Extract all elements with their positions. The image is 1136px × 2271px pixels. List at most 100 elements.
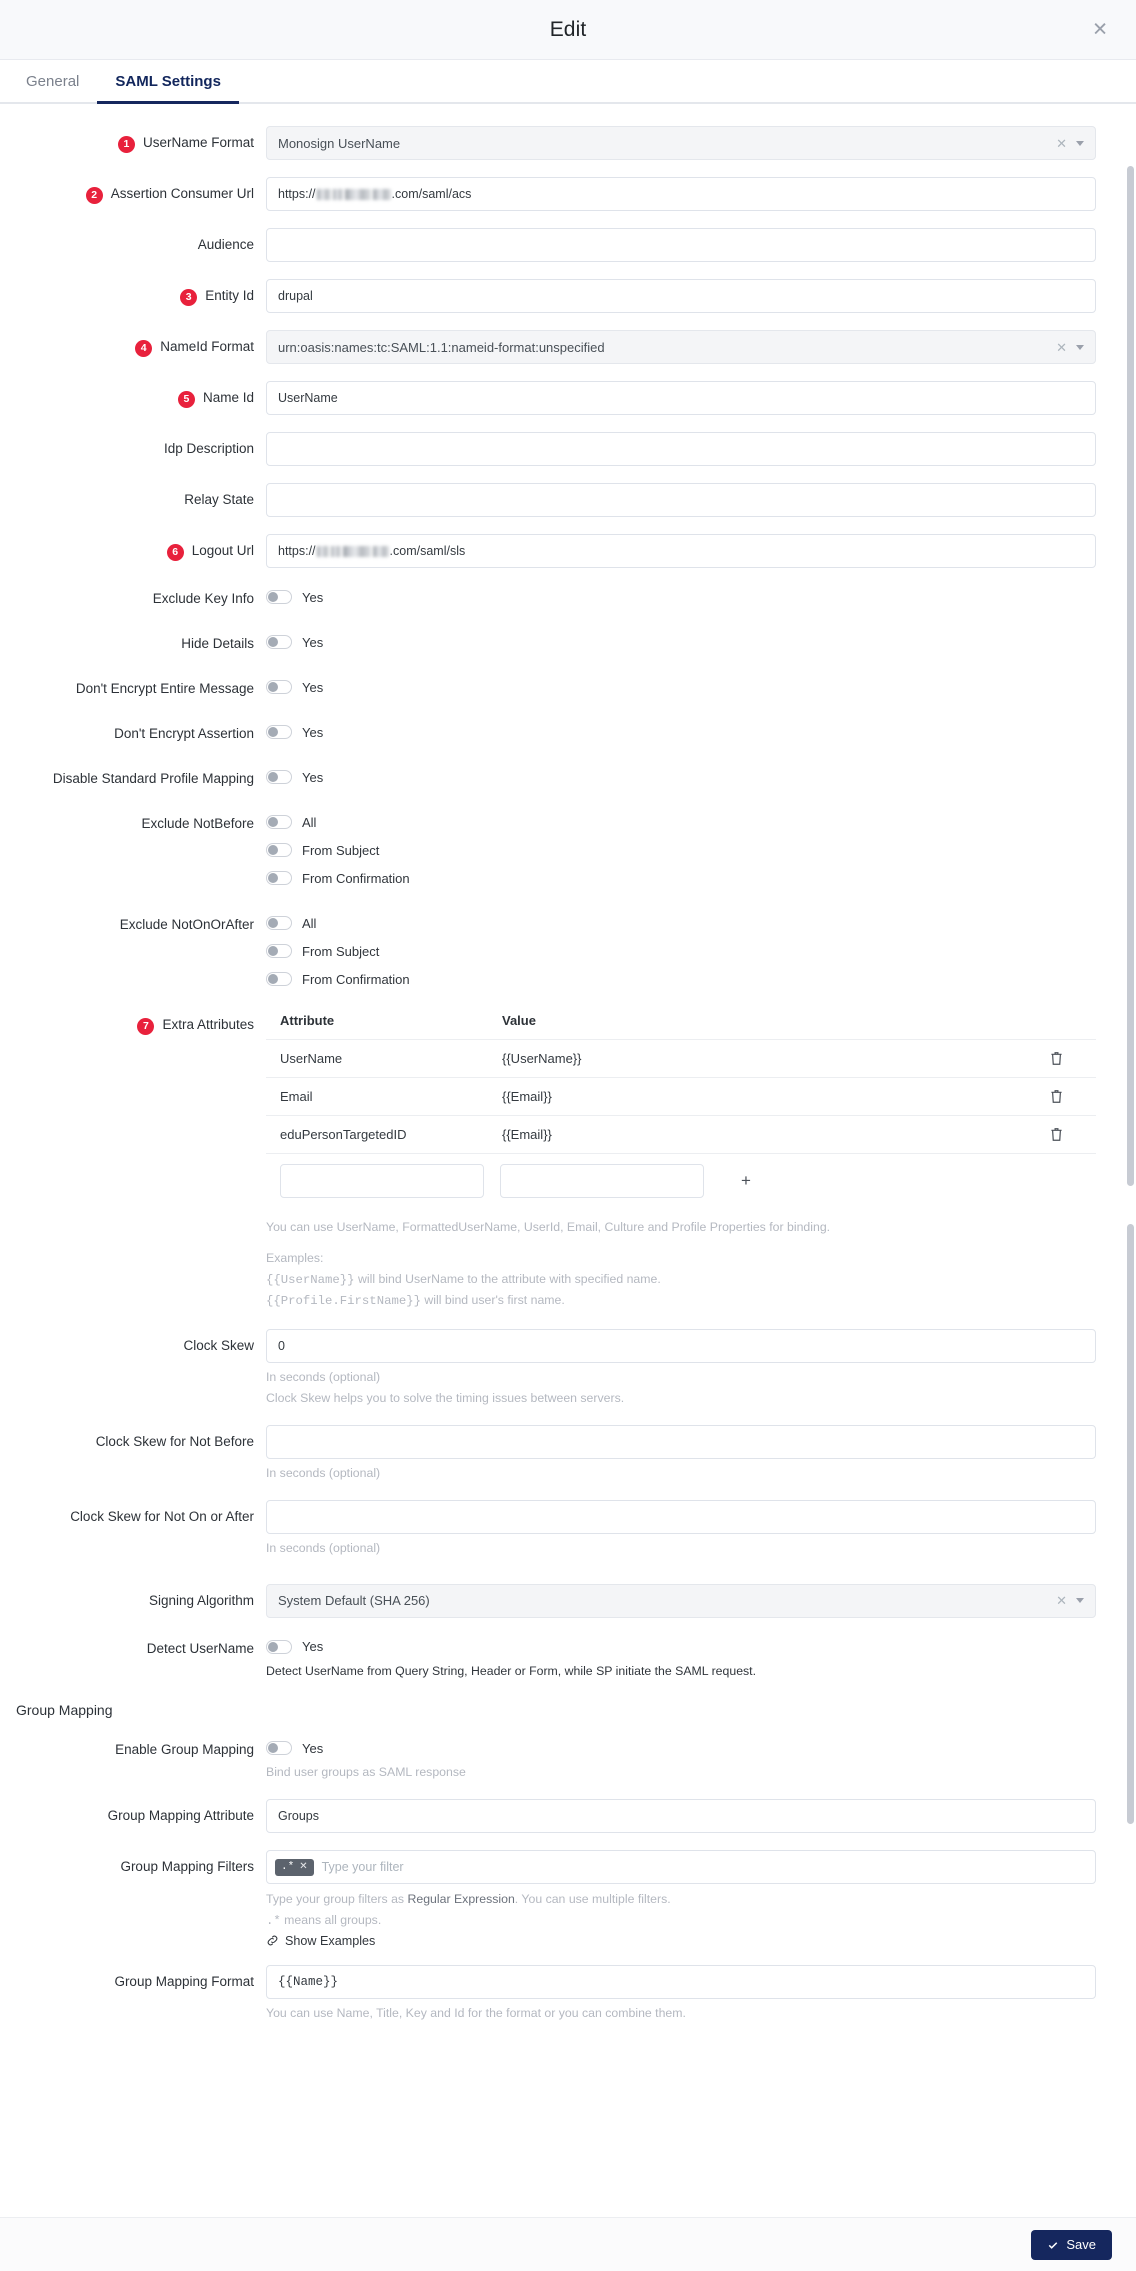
detect-username-toggle-label: Yes — [302, 1639, 324, 1655]
exclude-key-info-toggle[interactable] — [266, 590, 292, 604]
enable-group-mapping-toggle[interactable] — [266, 1741, 292, 1756]
exclude-notonorafter-from-subject-toggle[interactable] — [266, 944, 292, 958]
clock-skew-not-on-or-after-input[interactable] — [266, 1499, 1096, 1534]
toggle-knob — [268, 918, 278, 928]
group-mapping-filters-hint-line2: .* means all groups. — [266, 1912, 1096, 1931]
label-hide-details: Hide Details — [181, 636, 254, 651]
redacted-host-block — [372, 188, 391, 200]
disable-standard-profile-mapping-toggle[interactable] — [266, 770, 292, 784]
hint-line2-code: .* — [266, 1914, 281, 1929]
exclude-notonorafter-from-confirmation-label: From Confirmation — [302, 971, 410, 987]
hide-details-toggle[interactable] — [266, 635, 292, 649]
logout-url-prefix: https:// — [278, 544, 316, 558]
clear-icon[interactable]: ✕ — [1056, 1594, 1067, 1607]
entity-id-input[interactable]: drupal — [266, 279, 1096, 313]
clear-icon[interactable]: ✕ — [1056, 341, 1067, 354]
field-row-username-format: 1 UserName Format Monosign UserName ✕ — [8, 126, 1104, 160]
logout-url-input[interactable]: https:// .com/saml/sls — [266, 534, 1096, 568]
inner-scrollbar-thumb[interactable] — [1127, 1224, 1134, 1824]
field-row-clock-skew-not-on-or-after: Clock Skew for Not On or After In second… — [8, 1499, 1104, 1558]
dont-encrypt-assertion-toggle[interactable] — [266, 725, 292, 739]
group-mapping-format-input[interactable]: {{Name}} — [266, 1964, 1096, 1999]
show-examples-link[interactable]: Show Examples — [266, 1934, 1096, 1948]
nameid-format-select[interactable]: urn:oasis:names:tc:SAML:1.1:nameid-forma… — [266, 330, 1096, 364]
step-badge-4: 4 — [135, 340, 153, 357]
label-dont-encrypt-assertion: Don't Encrypt Assertion — [114, 726, 254, 741]
field-row-group-mapping-format: Group Mapping Format {{Name}} You can us… — [8, 1964, 1104, 2023]
step-badge-7: 7 — [137, 1018, 155, 1035]
step-badge-3: 3 — [180, 289, 198, 306]
save-button[interactable]: Save — [1031, 2229, 1112, 2260]
toggle-knob — [268, 817, 278, 827]
nameid-format-value: urn:oasis:names:tc:SAML:1.1:nameid-forma… — [278, 339, 605, 355]
filter-chip[interactable]: .* ✕ — [275, 1858, 314, 1876]
new-attribute-row: + — [266, 1153, 1096, 1208]
tab-general[interactable]: General — [8, 62, 97, 104]
filter-chip-label: .* — [281, 1860, 295, 1873]
clock-skew-not-before-input[interactable] — [266, 1424, 1096, 1459]
close-icon[interactable]: ✕ — [1086, 16, 1114, 43]
chevron-down-icon[interactable] — [1076, 1598, 1084, 1604]
tab-saml-settings[interactable]: SAML Settings — [97, 62, 239, 104]
assertion-consumer-url-input[interactable]: https:// .com/saml/acs — [266, 177, 1096, 211]
form-scroll-area: 1 UserName Format Monosign UserName ✕ 2 … — [0, 104, 1136, 2217]
table-row: UserName {{UserName}} — [266, 1039, 1096, 1077]
exclude-notbefore-from-subject-toggle[interactable] — [266, 843, 292, 857]
name-id-input[interactable]: UserName — [266, 381, 1096, 415]
toggle-knob — [268, 974, 278, 984]
trash-icon[interactable] — [1046, 1085, 1067, 1108]
trash-icon[interactable] — [1046, 1047, 1067, 1070]
idp-description-input[interactable] — [266, 432, 1096, 466]
label-idp-description: Idp Description — [163, 441, 254, 456]
exclude-notbefore-from-confirmation-toggle[interactable] — [266, 871, 292, 885]
chevron-down-icon[interactable] — [1076, 140, 1084, 146]
exclude-notonorafter-all-toggle[interactable] — [266, 916, 292, 930]
detect-username-toggle[interactable] — [266, 1639, 292, 1654]
enable-group-mapping-hint: Bind user groups as SAML response — [266, 1765, 466, 1780]
dialog-header: Edit ✕ — [0, 0, 1136, 60]
clear-icon[interactable]: ✕ — [1056, 137, 1067, 150]
clock-skew-hint-2: Clock Skew helps you to solve the timing… — [266, 1391, 625, 1406]
username-format-select[interactable]: Monosign UserName ✕ — [266, 126, 1096, 160]
redacted-host-block — [372, 545, 389, 557]
edit-dialog: Edit ✕ General SAML Settings 1 UserName … — [0, 0, 1136, 2271]
detect-username-hint: Detect UserName from Query String, Heade… — [266, 1663, 757, 1678]
extra-attributes-table: Attribute Value UserName {{UserName}} Em… — [266, 1013, 1096, 1208]
chevron-down-icon[interactable] — [1076, 344, 1084, 350]
label-username-format: 1 UserName Format — [8, 126, 266, 153]
trash-icon[interactable] — [1046, 1123, 1067, 1146]
group-mapping-attribute-input[interactable]: Groups — [266, 1799, 1096, 1834]
new-attribute-value-input[interactable] — [500, 1164, 704, 1198]
label-group-mapping-filters: Group Mapping Filters — [120, 1859, 254, 1875]
exclude-notbefore-all-toggle[interactable] — [266, 815, 292, 829]
hint-line2-text: means all groups. — [280, 1913, 382, 1928]
table-row: eduPersonTargetedID {{Email}} — [266, 1115, 1096, 1153]
outer-scrollbar-thumb[interactable] — [1127, 166, 1134, 1186]
audience-input[interactable] — [266, 228, 1096, 262]
group-mapping-filters-input[interactable]: .* ✕ Type your filter — [266, 1850, 1096, 1885]
clock-skew-input[interactable]: 0 — [266, 1329, 1096, 1364]
redacted-host-block — [344, 188, 371, 200]
exclude-notonorafter-from-confirmation-toggle[interactable] — [266, 972, 292, 986]
table-header: Attribute Value — [266, 1013, 1096, 1039]
signing-algorithm-select[interactable]: System Default (SHA 256) ✕ — [266, 1583, 1096, 1618]
new-attribute-name-input[interactable] — [280, 1164, 484, 1198]
field-row-logout-url: 6 Logout Url https:// .com/saml/sls — [8, 534, 1104, 568]
toggle-knob — [268, 873, 278, 883]
acs-url-prefix: https:// — [278, 187, 316, 201]
field-row-detect-username: Detect UserName Yes Detect UserName from… — [8, 1635, 1104, 1681]
field-row-assertion-consumer-url: 2 Assertion Consumer Url https:// .com/s… — [8, 177, 1104, 211]
logout-url-suffix: .com/saml/sls — [389, 544, 466, 558]
field-row-exclude-notonorafter: Exclude NotOnOrAfter All From Subject Fr… — [8, 911, 1104, 995]
label-disable-standard-profile-mapping: Disable Standard Profile Mapping — [52, 771, 254, 786]
extra-attributes-examples-title: Examples: — [266, 1250, 324, 1265]
chip-close-icon[interactable]: ✕ — [299, 1862, 307, 1872]
relay-state-input[interactable] — [266, 483, 1096, 517]
step-badge-6: 6 — [166, 544, 184, 561]
dont-encrypt-entire-message-toggle[interactable] — [266, 680, 292, 694]
label-clock-skew-not-before: Clock Skew for Not Before — [95, 1433, 254, 1449]
add-attribute-button[interactable]: + — [720, 1171, 772, 1191]
toggle-knob — [268, 727, 278, 737]
label-relay-state: Relay State — [184, 492, 254, 507]
field-row-group-mapping-filters: Group Mapping Filters .* ✕ Type your fil… — [8, 1850, 1104, 1948]
